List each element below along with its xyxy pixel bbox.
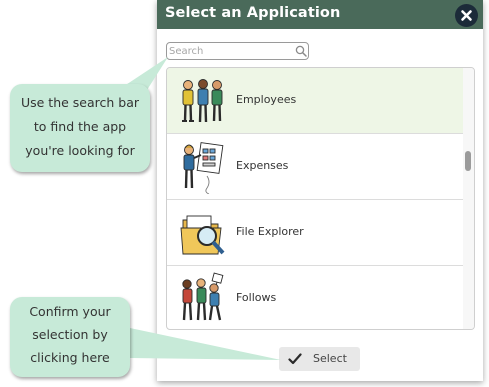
search-tip-callout: Use the search bar to find the app you'r… (10, 84, 150, 172)
callout-line: to find the app (33, 119, 127, 134)
callout-line: you're looking for (25, 143, 135, 158)
callout-line: clicking here (30, 350, 110, 365)
select-tip-pointer (130, 328, 281, 360)
callout-line: Confirm your (29, 304, 111, 319)
callout-line: Use the search bar (20, 95, 140, 110)
select-tip-callout: Confirm your selection by clicking here (10, 297, 130, 377)
callout-line: selection by (32, 327, 108, 342)
